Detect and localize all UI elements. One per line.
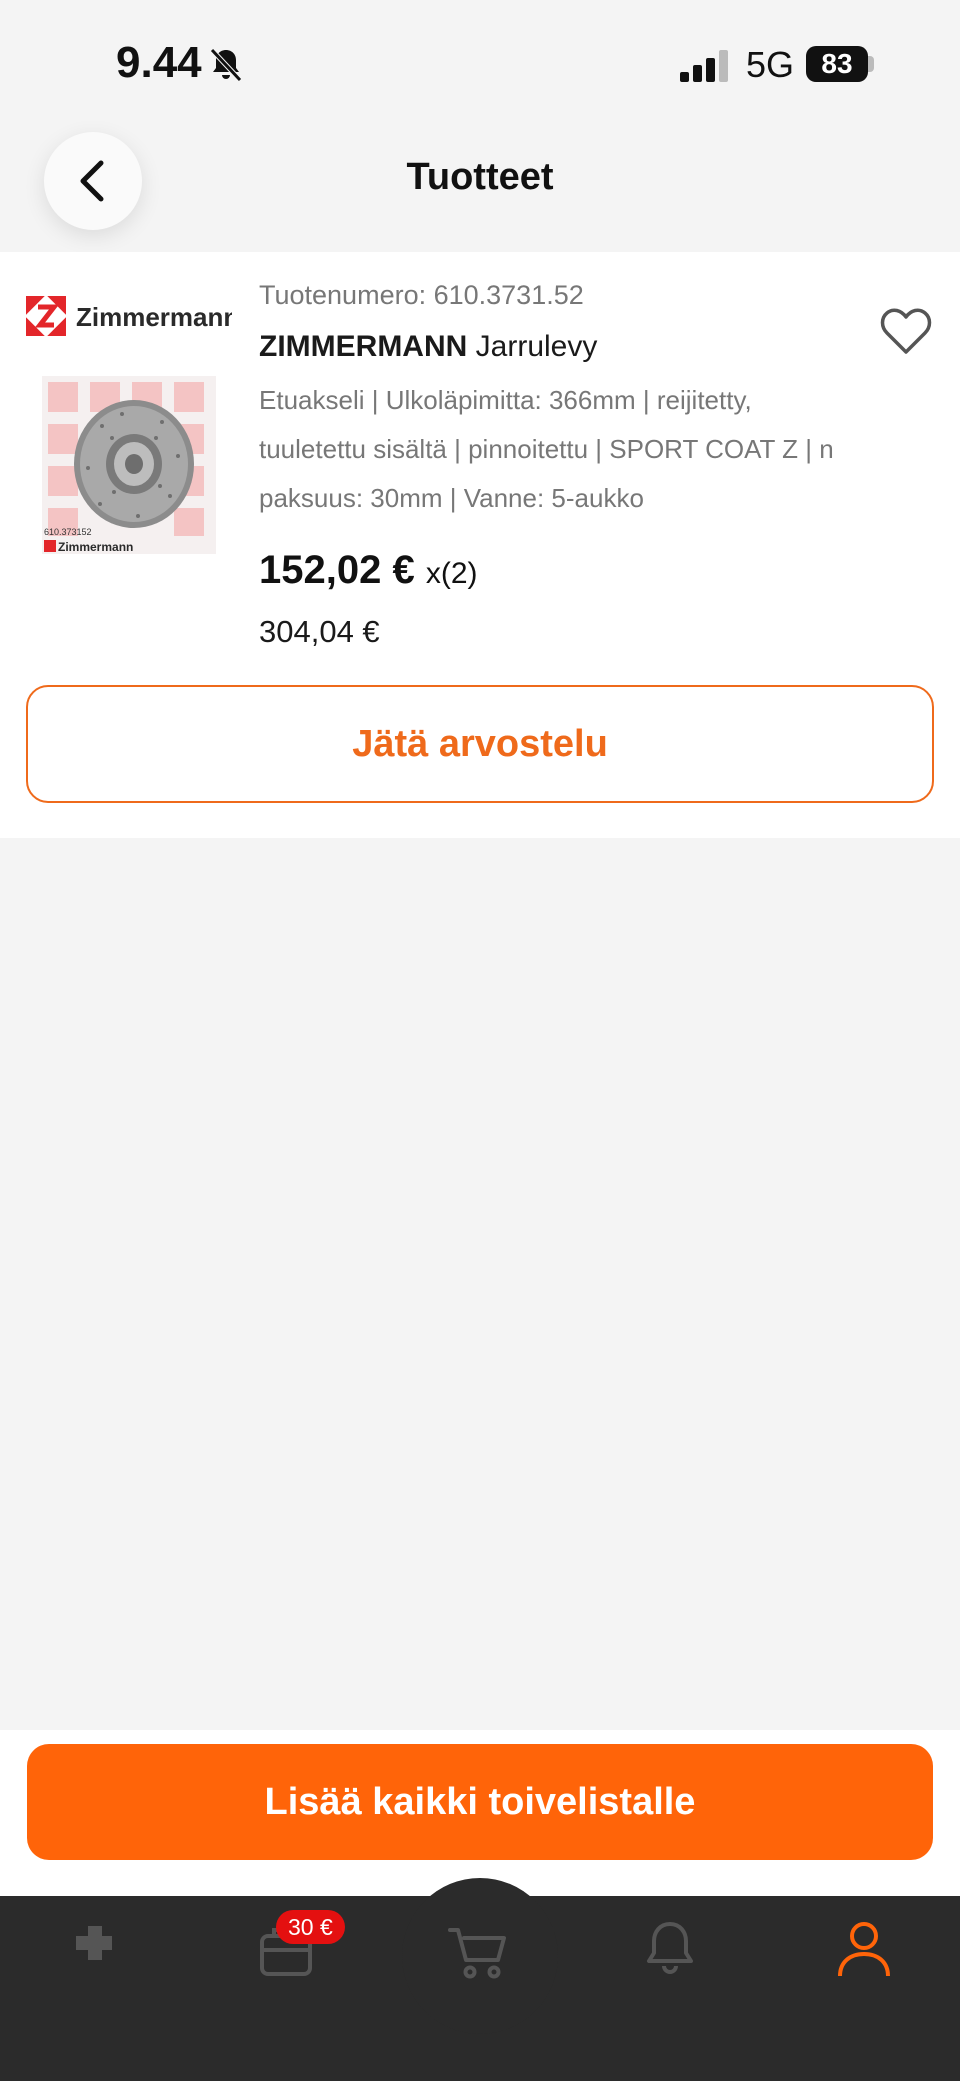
wallet-badge: 30 € [276, 1910, 345, 1944]
product-sku: Tuotenumero: 610.3731.52 [259, 280, 584, 310]
user-icon[interactable] [834, 1918, 894, 1978]
product-name: ZIMMERMANN Jarrulevy [259, 330, 597, 364]
heart-icon[interactable] [880, 308, 932, 356]
leave-review-button[interactable]: Jätä arvostelu [26, 685, 934, 803]
brake-disc-image: 610.373152 Zimmermann [42, 376, 216, 554]
header: Tuotteet [0, 120, 960, 250]
status-time: 9.44 [116, 38, 202, 87]
signal-icon [680, 50, 728, 82]
battery-indicator: 83 [806, 46, 868, 82]
bell-off-icon [210, 48, 242, 82]
product-type: Jarrulevy [475, 330, 598, 363]
status-bar: 9.44 5G 83 [0, 0, 960, 120]
image-logo-text: Zimmermann [58, 540, 133, 554]
product-description: Etuakseli | Ulkoläpimitta: 366mm | reiji… [259, 385, 834, 513]
quantity: x(2) [425, 557, 478, 590]
image-part-number: 610.373152 [44, 527, 92, 537]
unit-price-value: 152,02 € [259, 548, 415, 592]
battery-tip [868, 56, 874, 72]
page-title: Tuotteet [406, 156, 554, 198]
add-all-to-wishlist-button[interactable]: Lisää kaikki toivelistalle [27, 1744, 933, 1860]
product-brand: ZIMMERMANN [259, 330, 468, 363]
network-label: 5G [746, 44, 795, 85]
product-card: Zimmermann 610.373152 Zimmermann Tuotenu… [0, 252, 960, 838]
cart-icon[interactable] [448, 1922, 508, 1982]
product-image[interactable]: 610.373152 Zimmermann [42, 376, 216, 554]
brand-logo: Zimmermann [26, 294, 232, 338]
bell-icon[interactable] [640, 1918, 700, 1978]
bottom-action-bar: Lisää kaikki toivelistalle [0, 1730, 960, 1896]
total-price: 304,04 € [259, 614, 380, 649]
unit-price: 152,02 € x(2) [259, 548, 478, 593]
brand-logo-text: Zimmermann [76, 302, 232, 332]
puzzle-icon[interactable] [66, 1918, 126, 1978]
